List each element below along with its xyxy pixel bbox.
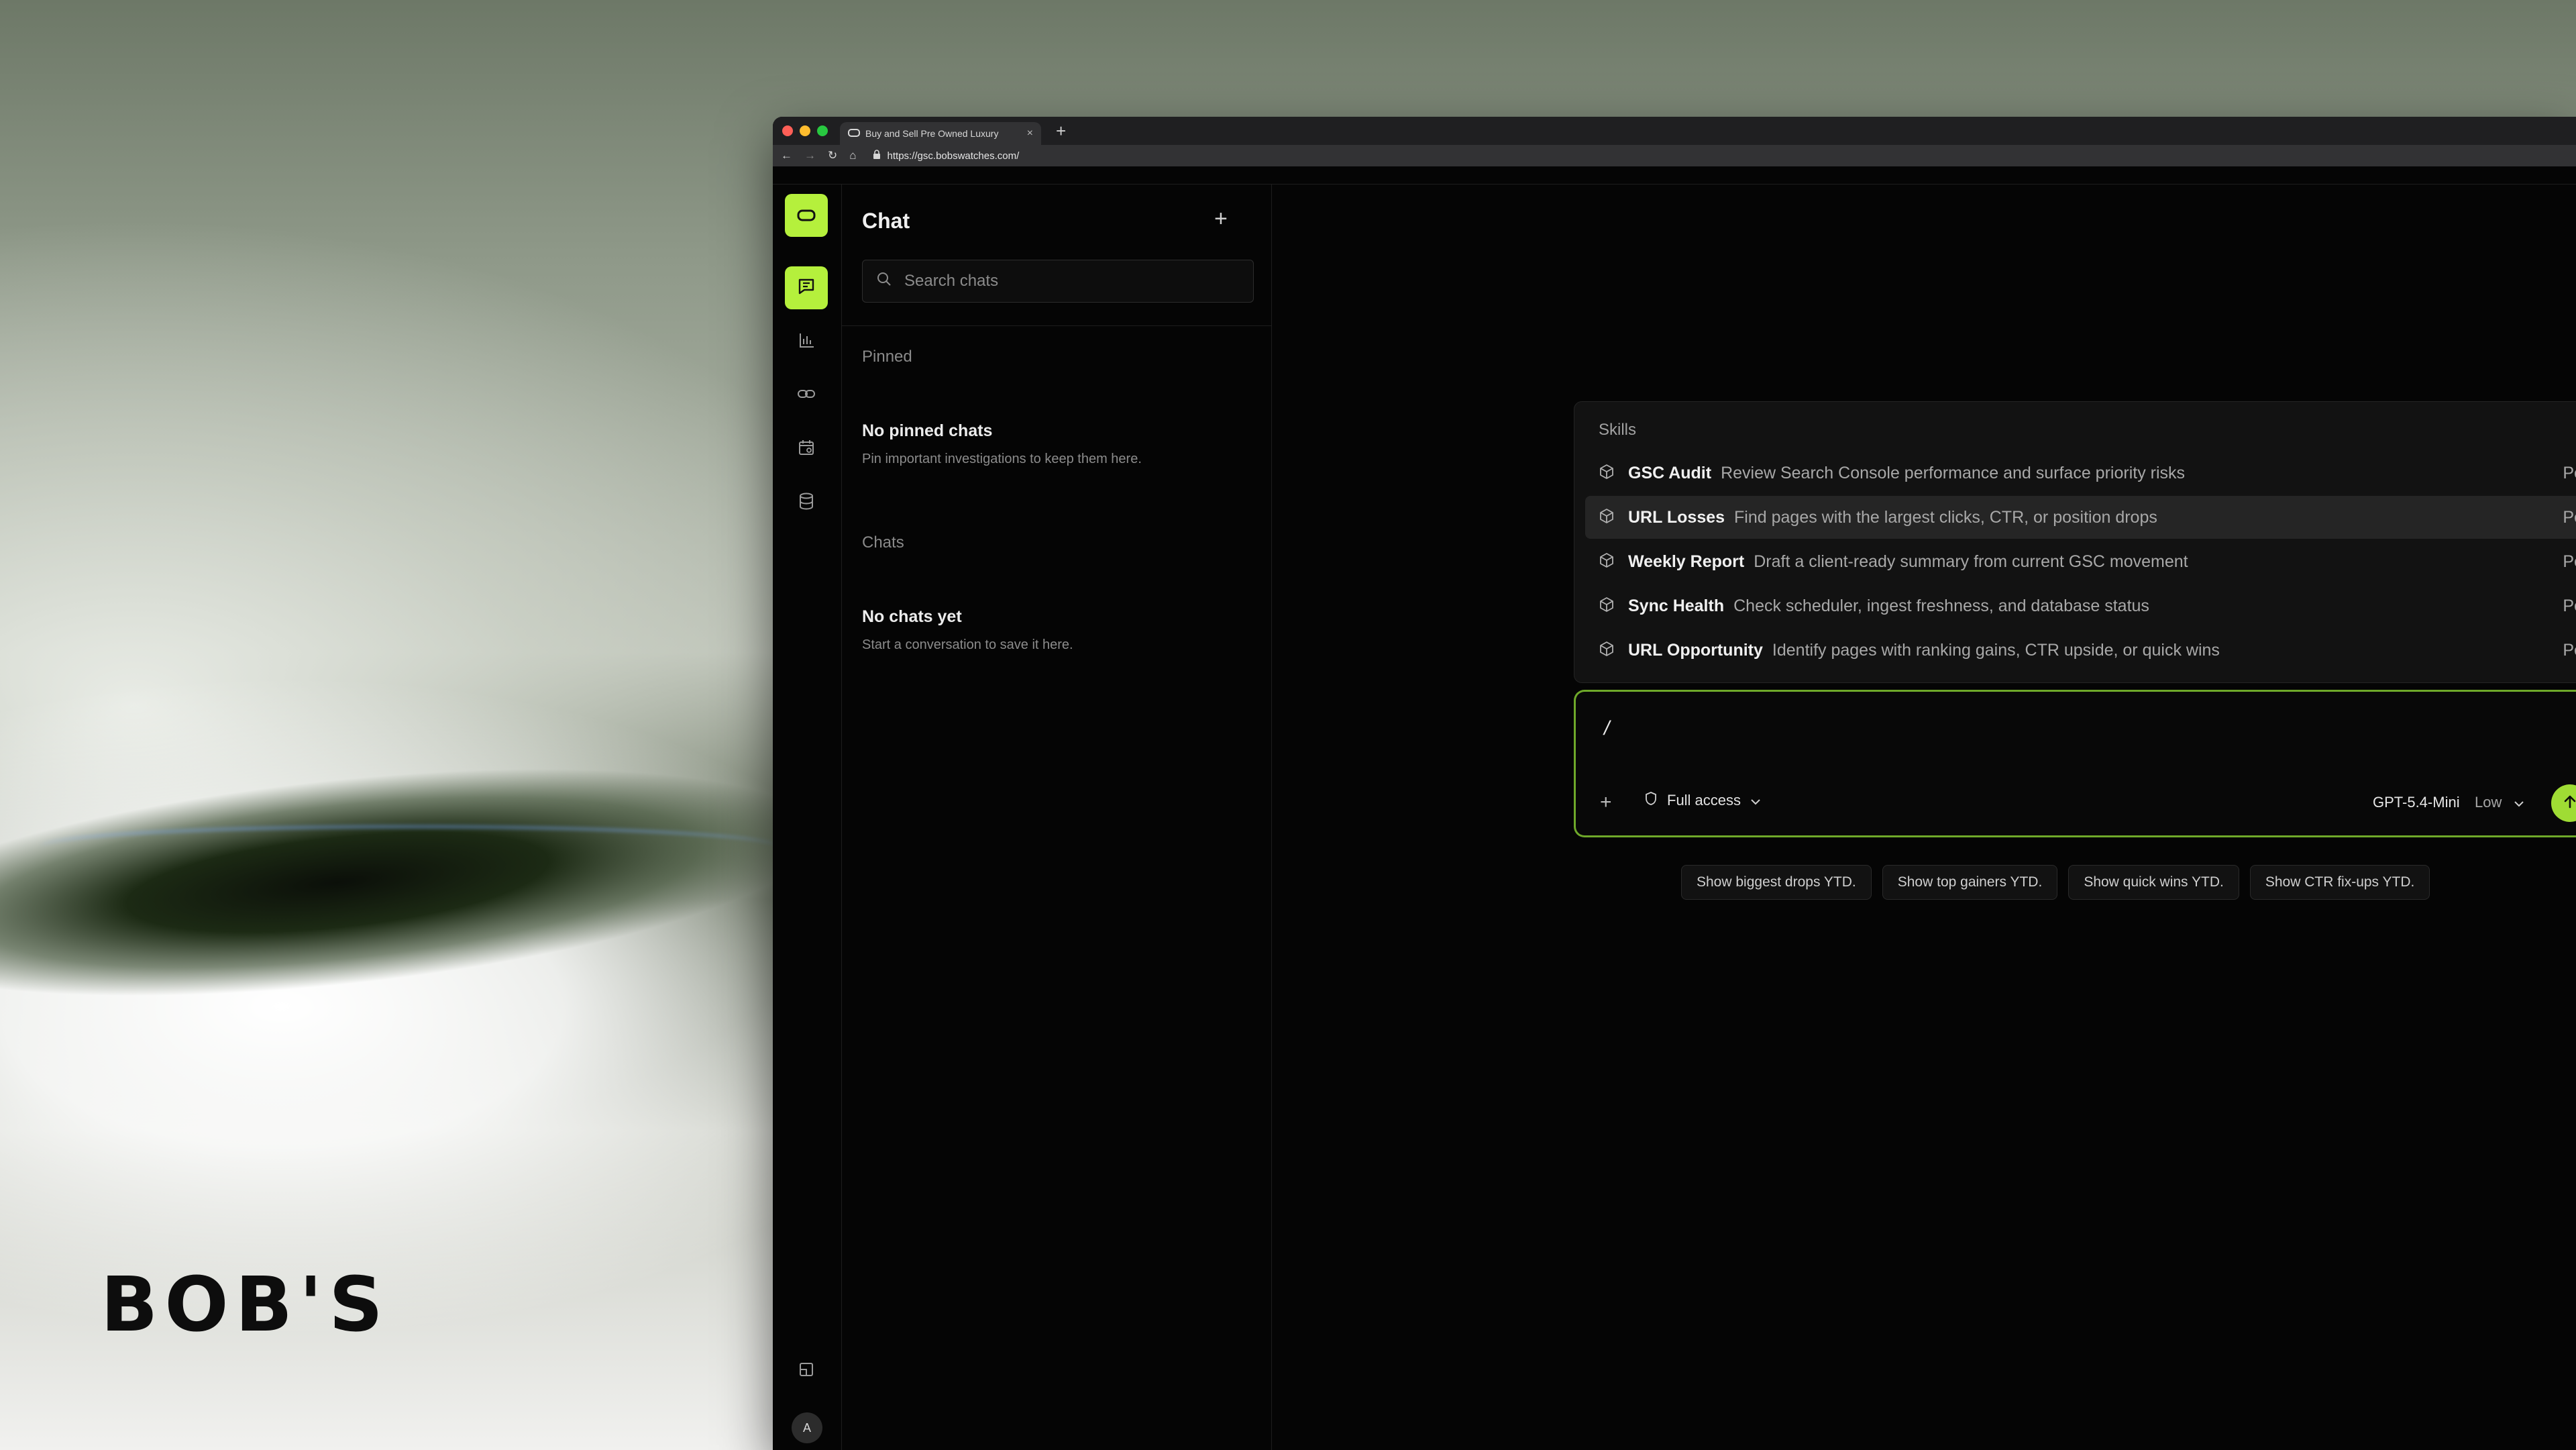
address-bar[interactable]: https://gsc.bobswatches.com/ <box>873 150 1020 162</box>
new-chat-button[interactable]: + <box>1214 206 1228 232</box>
forward-icon[interactable]: → <box>804 149 816 162</box>
icon-rail: A <box>773 185 842 1450</box>
skills-menu: Skills GSC Audit Review Search Console p… <box>1574 401 2576 683</box>
app-logo-icon[interactable] <box>785 194 828 237</box>
composer-input[interactable]: / <box>1604 717 1609 740</box>
skill-tag: Personal <box>2563 507 2576 527</box>
chat-sidebar: Chat + Pinned No pinned chats Pin import… <box>842 185 1272 1450</box>
browser-titlebar: Buy and Sell Pre Owned Luxury × + <box>773 117 2576 145</box>
rail-panel-toggle-button[interactable] <box>785 1349 828 1392</box>
brand-logo: BOB'S <box>101 1261 390 1349</box>
skill-name: Sync Health <box>1628 596 1725 615</box>
skill-name: GSC Audit <box>1628 463 1712 482</box>
maximize-window-button[interactable] <box>817 125 828 136</box>
suggestion-chip[interactable]: Show biggest drops YTD. <box>1681 865 1872 900</box>
access-label: Full access <box>1667 792 1741 809</box>
skill-name: URL Losses <box>1628 507 1725 527</box>
new-tab-button[interactable]: + <box>1056 121 1066 142</box>
database-icon <box>796 491 816 515</box>
minimize-window-button[interactable] <box>800 125 810 136</box>
browser-toolbar: ← → ↻ ⌂ https://gsc.bobswatches.com/ <box>773 145 2576 166</box>
attach-button[interactable]: + <box>1600 791 1612 814</box>
reload-icon[interactable]: ↻ <box>828 149 837 162</box>
rail-chat-button[interactable] <box>785 266 828 309</box>
skill-name: URL Opportunity <box>1628 640 1763 660</box>
suggestion-chip[interactable]: Show quick wins YTD. <box>2068 865 2239 900</box>
skill-description: Identify pages with ranking gains, CTR u… <box>1772 640 2220 660</box>
access-selector[interactable]: Full access <box>1644 791 1761 810</box>
url-text: https://gsc.bobswatches.com/ <box>887 150 1020 162</box>
browser-window: Buy and Sell Pre Owned Luxury × + ← → ↻ … <box>773 117 2576 1450</box>
skill-tag: Personal <box>2563 463 2576 482</box>
message-composer[interactable]: / + Full access GPT-5.4-Mini Low <box>1574 690 2576 837</box>
tab-favicon-icon <box>848 128 860 140</box>
lock-icon <box>873 150 881 162</box>
skill-description: Check scheduler, ingest freshness, and d… <box>1733 596 2149 615</box>
skill-item-url-opportunity[interactable]: URL Opportunity Identify pages with rank… <box>1585 629 2576 672</box>
rail-analytics-button[interactable] <box>785 320 828 363</box>
rail-links-button[interactable] <box>785 374 828 417</box>
suggestion-chip[interactable]: Show top gainers YTD. <box>1882 865 2058 900</box>
back-icon[interactable]: ← <box>781 149 792 162</box>
home-icon[interactable]: ⌂ <box>849 149 856 162</box>
chevron-down-icon <box>1750 792 1761 809</box>
chats-empty-subtitle: Start a conversation to save it here. <box>862 637 1073 652</box>
search-box[interactable] <box>862 260 1254 303</box>
chevron-down-icon <box>2514 794 2524 811</box>
panel-icon <box>797 1360 816 1382</box>
suggestion-chips: Show biggest drops YTD. Show top gainers… <box>1681 865 2430 900</box>
skill-description: Review Search Console performance and su… <box>1721 463 2186 482</box>
cube-icon <box>1599 508 1615 527</box>
calendar-icon <box>796 437 816 461</box>
skill-tag: Personal <box>2563 596 2576 615</box>
skill-tag: Personal <box>2563 640 2576 660</box>
skills-heading: Skills <box>1599 421 1637 439</box>
suggestion-chip[interactable]: Show CTR fix-ups YTD. <box>2249 865 2430 900</box>
pinned-empty-title: No pinned chats <box>862 421 993 440</box>
sidebar-divider <box>842 325 1271 326</box>
model-selector[interactable]: GPT-5.4-Mini <box>2373 794 2460 811</box>
chart-icon <box>796 330 816 354</box>
pinned-label: Pinned <box>862 348 912 366</box>
tab-close-icon[interactable]: × <box>1027 127 1033 140</box>
chats-empty-title: No chats yet <box>862 607 962 626</box>
pinned-empty-subtitle: Pin important investigations to keep the… <box>862 452 1142 466</box>
effort-label: Low <box>2475 794 2502 811</box>
skill-item-gsc-audit[interactable]: GSC Audit Review Search Console performa… <box>1585 452 2576 495</box>
browser-tab[interactable]: Buy and Sell Pre Owned Luxury × <box>840 122 1041 145</box>
shield-icon <box>1644 791 1658 810</box>
cube-icon <box>1599 641 1615 660</box>
link-icon <box>796 384 816 407</box>
app-shell: A Chat + Pinned No pinned chats Pin impo… <box>773 184 2576 1450</box>
search-input[interactable] <box>903 271 1241 291</box>
sidebar-title: Chat <box>862 209 910 233</box>
skill-description: Draft a client-ready summary from curren… <box>1754 552 2188 571</box>
skill-description: Find pages with the largest clicks, CTR,… <box>1734 507 2157 527</box>
cube-icon <box>1599 552 1615 572</box>
chats-label: Chats <box>862 533 904 552</box>
close-window-button[interactable] <box>782 125 793 136</box>
main-panel: Skills GSC Audit Review Search Console p… <box>1272 185 2576 1450</box>
rail-schedule-button[interactable] <box>785 427 828 470</box>
skill-item-sync-health[interactable]: Sync Health Check scheduler, ingest fres… <box>1585 584 2576 627</box>
chat-icon <box>796 276 816 300</box>
avatar[interactable]: A <box>792 1412 822 1443</box>
send-button[interactable] <box>2551 784 2576 822</box>
skill-item-weekly-report[interactable]: Weekly Report Draft a client-ready summa… <box>1585 540 2576 583</box>
tab-title: Buy and Sell Pre Owned Luxury <box>865 128 999 139</box>
cube-icon <box>1599 597 1615 616</box>
rail-database-button[interactable] <box>785 481 828 524</box>
effort-selector[interactable]: Low <box>2475 794 2524 811</box>
arrow-up-icon <box>2561 793 2576 814</box>
skill-tag: Personal <box>2563 552 2576 571</box>
backdrop-glow <box>40 825 778 868</box>
search-icon <box>876 271 892 292</box>
cube-icon <box>1599 464 1615 483</box>
skill-item-url-losses[interactable]: URL Losses Find pages with the largest c… <box>1585 496 2576 539</box>
skill-name: Weekly Report <box>1628 552 1745 571</box>
